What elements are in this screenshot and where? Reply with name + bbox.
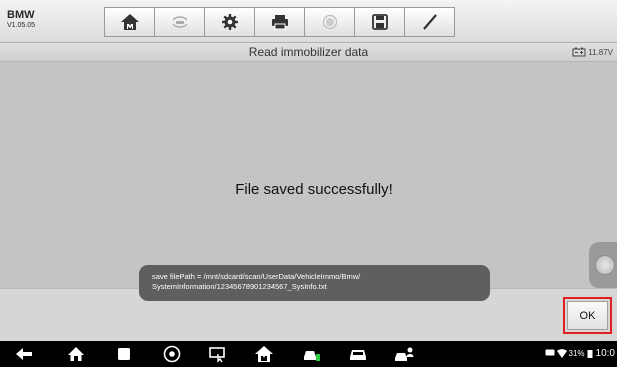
chrome-icon xyxy=(163,345,181,363)
voltage-value: 11.87V xyxy=(588,47,613,57)
battery-voltage: 11.87V xyxy=(572,47,613,57)
recent-apps-icon xyxy=(118,348,130,360)
ok-button[interactable]: OK xyxy=(567,301,608,330)
settings-icon xyxy=(221,14,238,30)
autel-home-button[interactable] xyxy=(254,345,274,363)
wifi-icon xyxy=(556,349,567,358)
top-toolbar: BMW V1.05.05 xyxy=(0,0,617,43)
car-person-icon xyxy=(395,347,414,361)
vehicle-button[interactable] xyxy=(348,345,368,363)
save-icon xyxy=(371,14,388,30)
print-button[interactable] xyxy=(254,7,305,37)
autel-home-icon xyxy=(255,346,273,362)
main-content: File saved successfully! xyxy=(0,62,617,288)
help-button[interactable] xyxy=(304,7,355,37)
status-area: 31% 10:0 xyxy=(545,348,615,359)
vehicle-brand: BMW V1.05.05 xyxy=(7,9,35,31)
status-message: File saved successfully! xyxy=(235,181,393,198)
edit-icon xyxy=(422,14,437,30)
file-path-toast: save filePath = /mnt/sdcard/scan/UserDat… xyxy=(139,265,490,301)
vehicle-make: BMW xyxy=(7,9,35,21)
car-battery-icon xyxy=(572,47,586,57)
house-icon xyxy=(68,347,84,361)
home-icon xyxy=(120,14,139,30)
side-drawer-handle[interactable] xyxy=(589,242,617,288)
vci-car-icon xyxy=(304,351,320,361)
print-icon xyxy=(271,15,288,30)
vehicle-swap-icon xyxy=(171,16,188,28)
back-arrow-icon xyxy=(16,348,32,360)
page-title: Read immobilizer data xyxy=(248,45,369,59)
battery-icon xyxy=(587,350,593,358)
home-button[interactable] xyxy=(104,7,155,37)
car-icon xyxy=(350,350,366,360)
settings-button[interactable] xyxy=(204,7,255,37)
ok-button-highlight: OK xyxy=(563,297,612,334)
toast-line-2: SystemInformation/12345678901234567_SysI… xyxy=(152,282,327,291)
message-icon xyxy=(545,349,555,356)
battery-percent: 31% xyxy=(568,349,585,358)
vehicle-swap-button[interactable] xyxy=(154,7,205,37)
browser-button[interactable] xyxy=(162,345,182,363)
back-button[interactable] xyxy=(14,345,34,363)
title-bar: Read immobilizer data 11.87V xyxy=(0,43,617,62)
screen-cast-icon xyxy=(209,347,225,363)
system-nav-bar: 31% 10:0 xyxy=(0,341,617,367)
tool-strip xyxy=(104,7,455,37)
home-nav-button[interactable] xyxy=(66,345,86,363)
clock: 10:0 xyxy=(595,348,615,359)
save-button[interactable] xyxy=(354,7,405,37)
vci-connection-button[interactable] xyxy=(302,345,322,363)
edit-button[interactable] xyxy=(404,7,455,37)
help-icon xyxy=(322,14,337,30)
remote-desk-button[interactable] xyxy=(394,345,414,363)
recent-apps-button[interactable] xyxy=(114,345,134,363)
drawer-knob-icon xyxy=(595,255,615,275)
toast-line-1: save filePath = /mnt/sdcard/scan/UserDat… xyxy=(152,272,361,281)
software-version: V1.05.05 xyxy=(7,22,36,29)
screen-cast-button[interactable] xyxy=(208,345,228,363)
